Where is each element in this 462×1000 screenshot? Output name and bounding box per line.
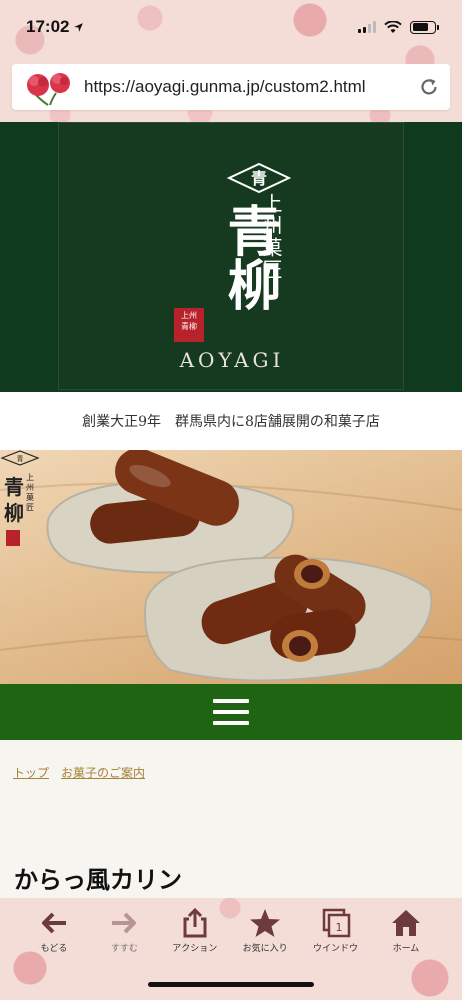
back-button[interactable]: もどる (20, 908, 88, 960)
forward-button[interactable]: すすむ (90, 908, 158, 960)
page-title: からっ風カリン (14, 865, 182, 894)
windows-button[interactable]: 1 ウインドウ (302, 908, 370, 960)
favorites-label: お気に入り (242, 944, 288, 954)
main-content: トップ お菓子のご案内 からっ風カリン (0, 740, 462, 898)
battery-icon (410, 20, 439, 34)
status-bar: 17:02 (0, 0, 462, 54)
svg-text:匠: 匠 (26, 503, 34, 512)
home-label: ホーム (392, 944, 420, 954)
browser-bottom-toolbar: もどる すすむ アクション お気に入り 1 ウインドウ ホーム (0, 898, 462, 1000)
windows-icon: 1 (322, 908, 350, 938)
battery-level (412, 23, 429, 31)
karinto-photo-illustration (0, 450, 462, 682)
address-bar[interactable]: https://aoyagi.gunma.jp/custom2.html (12, 64, 450, 110)
forward-arrow-icon (112, 912, 137, 934)
breadcrumb-link-top[interactable]: トップ (13, 764, 49, 781)
svg-text:青: 青 (251, 169, 267, 188)
action-button[interactable]: アクション (161, 908, 229, 960)
red-seal-stamp: 上州 青柳 (174, 308, 204, 342)
svg-text:青: 青 (4, 475, 24, 499)
url-text[interactable]: https://aoyagi.gunma.jp/custom2.html (84, 77, 418, 97)
window-count: 1 (335, 921, 342, 934)
favorites-button[interactable]: お気に入り (231, 908, 299, 960)
back-label: もどる (40, 944, 68, 954)
home-icon (391, 910, 420, 936)
hero-brand-logo: 青 上 州 菓 匠 青 柳 (0, 450, 40, 546)
tagline: 創業大正9年 群馬県内に8店舗展開の和菓子店 (82, 414, 380, 430)
site-header: 青 上州菓匠 青柳 上州 青柳 AOYAGI (0, 122, 462, 392)
tagline-band: 創業大正9年 群馬県内に8店舗展開の和菓子店 (0, 392, 462, 450)
star-icon (250, 909, 281, 937)
svg-text:青: 青 (17, 454, 24, 463)
status-time: 17:02 (26, 17, 84, 37)
home-button[interactable]: ホーム (372, 908, 440, 960)
aoyagi-crest-icon: 青 (227, 162, 291, 194)
back-arrow-icon (42, 912, 66, 934)
home-indicator[interactable] (148, 982, 314, 987)
breadcrumb-link-sweets-guide[interactable]: お菓子のご案内 (61, 764, 145, 781)
action-label: アクション (172, 944, 218, 954)
cellular-signal-icon (358, 21, 376, 33)
hero-product-photo: 青 上 州 菓 匠 青 柳 (0, 450, 462, 684)
browser-top-chrome: 17:02 https://aoyagi.gunma.jp/custom2.ht… (0, 0, 462, 122)
logo-english: AOYAGI (179, 348, 285, 372)
global-nav-bar (0, 684, 462, 740)
logo-title: 青柳 (218, 203, 282, 311)
hamburger-menu-icon[interactable] (213, 699, 249, 725)
svg-text:柳: 柳 (4, 501, 24, 525)
breadcrumb: トップ お菓子のご案内 (13, 764, 145, 781)
location-arrow-icon (74, 22, 84, 32)
carnation-favicon-icon (27, 73, 70, 106)
share-icon (183, 908, 207, 938)
svg-text:菓: 菓 (26, 492, 34, 502)
status-indicators (358, 20, 439, 34)
windows-label: ウインドウ (313, 944, 359, 954)
site-logo[interactable]: 青 上州菓匠 青柳 上州 青柳 AOYAGI (58, 122, 404, 390)
reload-icon[interactable] (418, 76, 440, 98)
forward-label: すすむ (110, 944, 138, 954)
svg-text:上: 上 (26, 473, 34, 482)
clock-text: 17:02 (26, 17, 70, 36)
svg-text:州: 州 (26, 483, 34, 492)
wifi-icon (384, 20, 402, 33)
